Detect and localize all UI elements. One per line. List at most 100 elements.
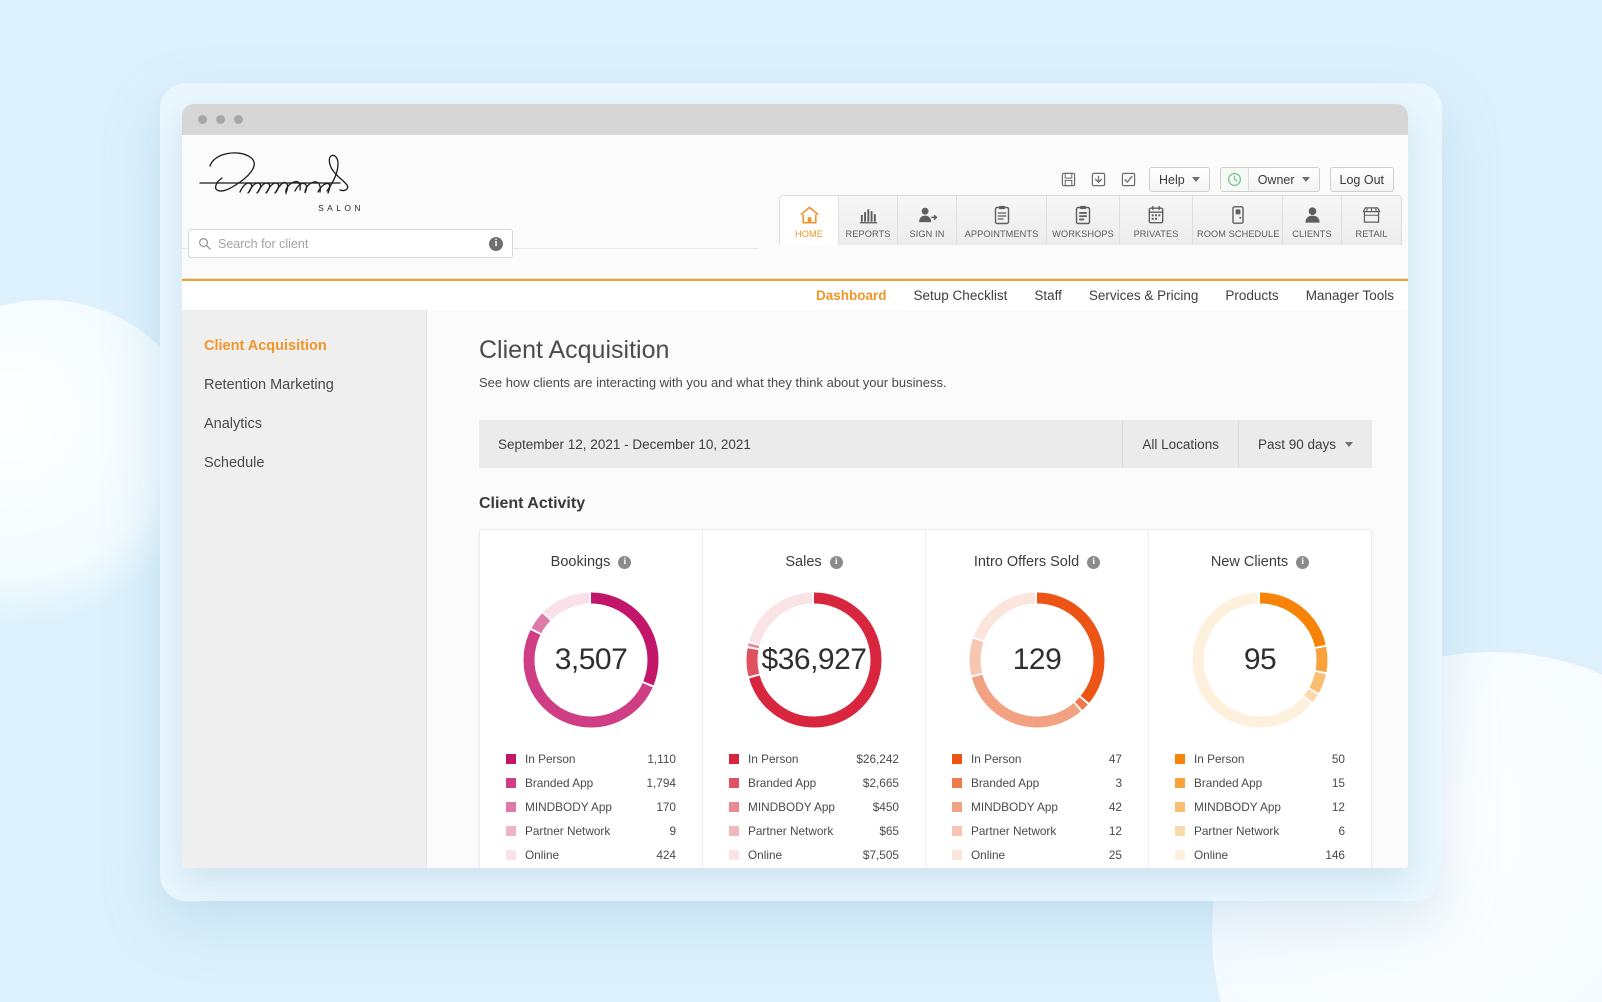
search-input[interactable] <box>218 236 482 251</box>
app-header: SALON i <box>182 135 1408 279</box>
owner-dropdown[interactable]: Owner <box>1249 173 1319 187</box>
legend-swatch <box>952 754 962 764</box>
legend-row: Branded App 3 <box>952 776 1122 790</box>
subnav-setup-checklist[interactable]: Setup Checklist <box>914 288 1008 303</box>
legend-label: Branded App <box>525 776 594 790</box>
page-title: Client Acquisition <box>479 336 670 364</box>
donut-chart: $36,927 <box>740 586 888 734</box>
brand-logo[interactable]: SALON <box>188 145 488 213</box>
nav-label: RETAIL <box>1355 229 1388 239</box>
nav-tab-room-schedule[interactable]: ROOM SCHEDULE <box>1193 196 1283 245</box>
calendar-icon <box>1124 203 1188 226</box>
legend-swatch <box>506 826 516 836</box>
window-minimize-button[interactable] <box>216 115 225 124</box>
donut-chart: 95 <box>1186 586 1334 734</box>
metric-card-title: New Clients <box>1210 554 1289 570</box>
window-maximize-button[interactable] <box>234 115 243 124</box>
legend-label: Partner Network <box>748 824 834 838</box>
location-filter[interactable]: All Locations <box>1122 420 1238 468</box>
info-icon[interactable]: i <box>1087 555 1101 569</box>
nav-label: CLIENTS <box>1292 229 1332 239</box>
info-icon[interactable]: i <box>618 555 632 569</box>
legend-swatch <box>506 850 516 860</box>
legend-value: $65 <box>879 824 899 838</box>
logout-button[interactable]: Log Out <box>1329 167 1394 192</box>
legend-swatch <box>952 826 962 836</box>
date-range-label[interactable]: September 12, 2021 - December 10, 2021 <box>479 420 1122 468</box>
metric-card-header: Intro Offers Sold i <box>948 554 1126 570</box>
store-icon <box>1346 203 1397 226</box>
metric-card-title: Bookings <box>550 554 611 570</box>
chevron-down-icon <box>1345 441 1353 447</box>
location-label: All Locations <box>1142 436 1219 452</box>
home-icon <box>784 203 834 226</box>
metric-card-header: New Clients i <box>1171 554 1349 570</box>
app-window: SALON i <box>182 104 1408 868</box>
period-filter[interactable]: Past 90 days <box>1237 420 1372 468</box>
nav-tab-clients[interactable]: CLIENTS <box>1283 196 1342 245</box>
nav-tab-retail[interactable]: RETAIL <box>1342 196 1401 245</box>
nav-tab-signin[interactable]: SIGN IN <box>898 196 957 245</box>
legend-swatch <box>1175 802 1185 812</box>
legend-row: MINDBODY App 12 <box>1175 800 1345 814</box>
info-icon[interactable]: i <box>1296 555 1310 569</box>
sidebar-item-client-acquisition[interactable]: Client Acquisition <box>204 338 426 354</box>
page-subtitle: See how clients are interacting with you… <box>479 375 947 390</box>
clock-icon[interactable] <box>1220 168 1249 191</box>
main-content: Client Acquisition See how clients are i… <box>427 310 1408 868</box>
legend-value: $7,505 <box>862 848 899 862</box>
legend-value: 424 <box>656 848 676 862</box>
legend-row: Online 424 <box>506 848 676 862</box>
sidebar-item-retention-marketing[interactable]: Retention Marketing <box>204 377 426 393</box>
subnav-dashboard[interactable]: Dashboard <box>816 288 887 303</box>
nav-tab-appointments[interactable]: APPOINTMENTS <box>957 196 1047 245</box>
legend-row: Branded App 1,794 <box>506 776 676 790</box>
legend-swatch <box>506 778 516 788</box>
sidebar-item-analytics[interactable]: Analytics <box>204 416 426 432</box>
legend-label: MINDBODY App <box>525 800 612 814</box>
donut-chart: 129 <box>963 586 1111 734</box>
legend-label: Branded App <box>1194 776 1263 790</box>
donut-chart-wrap: 95 <box>1171 586 1349 734</box>
info-icon[interactable]: i <box>829 555 843 569</box>
legend-value: 3 <box>1115 776 1122 790</box>
subnav-products[interactable]: Products <box>1225 288 1278 303</box>
nav-tab-workshops[interactable]: WORKSHOPS <box>1047 196 1120 245</box>
legend-value: 47 <box>1108 752 1122 766</box>
search-info-icon[interactable]: i <box>489 236 503 251</box>
window-close-button[interactable] <box>198 115 207 124</box>
nav-tab-reports[interactable]: REPORTS <box>839 196 898 245</box>
save-icon[interactable] <box>1059 170 1079 190</box>
legend-swatch <box>952 850 962 860</box>
help-dropdown[interactable]: Help <box>1148 167 1210 192</box>
nav-tab-home[interactable]: HOME <box>780 196 839 245</box>
download-icon[interactable] <box>1089 170 1109 190</box>
legend-label: MINDBODY App <box>748 800 835 814</box>
nav-label: HOME <box>795 229 823 239</box>
legend-value: 1,110 <box>647 752 676 766</box>
search-box[interactable]: i <box>188 229 513 258</box>
legend-label: Branded App <box>748 776 817 790</box>
nav-label: PRIVATES <box>1133 229 1179 239</box>
subnav-manager-tools[interactable]: Manager Tools <box>1306 288 1394 303</box>
person-icon <box>1287 203 1337 226</box>
utility-bar: Help Owner Log Out <box>1059 167 1394 192</box>
legend-swatch <box>1175 778 1185 788</box>
search-icon <box>199 238 211 250</box>
sidebar-item-schedule[interactable]: Schedule <box>204 455 426 471</box>
body-area: Client Acquisition Retention Marketing A… <box>182 310 1408 868</box>
legend-value: 1,794 <box>646 776 676 790</box>
filter-bar: September 12, 2021 - December 10, 2021 A… <box>479 420 1372 468</box>
legend-swatch <box>729 850 739 860</box>
subnav-staff[interactable]: Staff <box>1034 288 1062 303</box>
legend-label: Online <box>971 848 1006 862</box>
legend-value: 6 <box>1338 824 1345 838</box>
nav-tab-privates[interactable]: PRIVATES <box>1120 196 1193 245</box>
legend-label: In Person <box>748 752 799 766</box>
sub-nav: Dashboard Setup Checklist Staff Services… <box>182 279 1408 310</box>
donut-center-value: 3,507 <box>554 643 628 676</box>
subnav-services-pricing[interactable]: Services & Pricing <box>1089 288 1199 303</box>
brand-subtitle: SALON <box>318 203 364 213</box>
checkbox-icon[interactable] <box>1119 170 1139 190</box>
donut-center-value: $36,927 <box>761 643 867 676</box>
